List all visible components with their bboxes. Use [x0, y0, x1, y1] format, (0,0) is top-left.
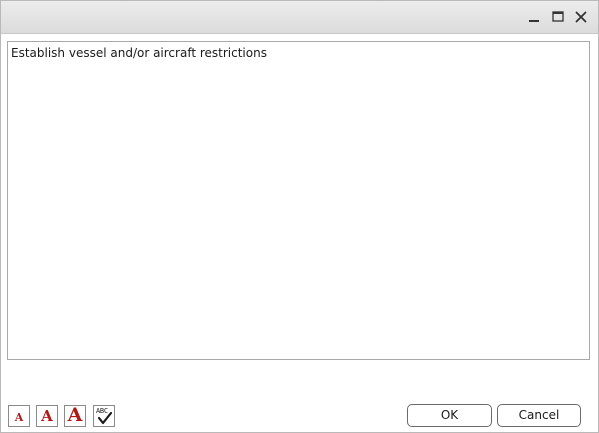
font-large-icon: A — [67, 404, 83, 426]
dialog-titlebar[interactable] — [1, 1, 598, 34]
minimize-icon[interactable] — [525, 8, 543, 26]
font-size-large-button[interactable]: A — [64, 405, 86, 427]
font-small-icon: A — [14, 411, 24, 424]
checkmark-icon — [97, 411, 113, 425]
ok-button[interactable]: OK — [407, 404, 492, 427]
close-icon[interactable] — [572, 8, 590, 26]
text-area-content[interactable]: Establish vessel and/or aircraft restric… — [10, 44, 587, 61]
maximize-icon[interactable] — [549, 8, 567, 26]
font-medium-icon: A — [41, 407, 53, 425]
font-size-small-button[interactable]: A — [8, 405, 30, 427]
spell-check-button[interactable]: ABC — [93, 405, 115, 427]
text-area[interactable]: Establish vessel and/or aircraft restric… — [7, 41, 590, 360]
font-size-medium-button[interactable]: A — [36, 405, 58, 427]
text-editor-dialog: Establish vessel and/or aircraft restric… — [0, 0, 599, 433]
cancel-button[interactable]: Cancel — [497, 404, 581, 427]
